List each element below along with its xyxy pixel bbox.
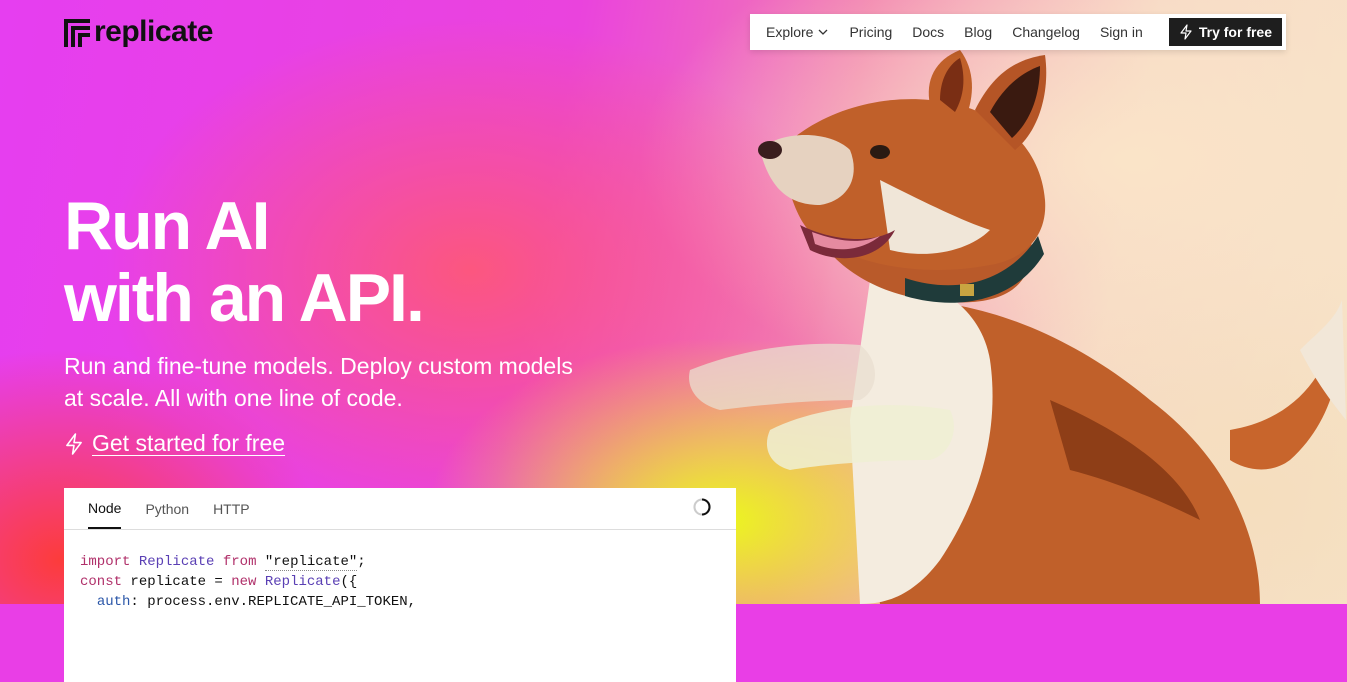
nav-explore-label: Explore	[766, 24, 814, 40]
brand-name: replicate	[94, 15, 213, 48]
nav-sign-in[interactable]: Sign in	[1100, 24, 1143, 40]
hero-title: Run AI with an API.	[64, 188, 425, 336]
hero-subtitle: Run and fine-tune models. Deploy custom …	[64, 353, 573, 411]
code-punct: ({	[340, 574, 358, 590]
top-navigation: Explore Pricing Docs Blog Changelog Sign…	[750, 14, 1286, 50]
code-class: Replicate	[138, 554, 215, 570]
tab-http[interactable]: HTTP	[213, 488, 250, 529]
nav-changelog[interactable]: Changelog	[1012, 24, 1080, 40]
code-keyword: const	[80, 574, 123, 590]
code-property: auth	[96, 594, 131, 610]
nav-explore[interactable]: Explore	[766, 24, 829, 40]
spinner-icon	[693, 498, 711, 516]
chevron-down-icon	[819, 29, 828, 35]
nav-blog[interactable]: Blog	[964, 24, 992, 40]
code-tabs: Node Python HTTP	[64, 488, 736, 530]
code-keyword: from	[222, 554, 257, 570]
code-keyword: new	[231, 574, 257, 590]
replicate-logo-icon	[64, 19, 90, 47]
code-keyword: import	[80, 554, 131, 570]
lightning-icon	[66, 432, 82, 455]
code-example-panel: Node Python HTTP import Replicate from "…	[64, 488, 736, 682]
code-block: import Replicate from "replicate"; const…	[64, 530, 736, 682]
replicate-logo[interactable]: replicate	[64, 15, 213, 49]
code-string: "replicate"	[264, 554, 358, 571]
code-class: Replicate	[264, 574, 341, 590]
lightning-icon	[1180, 24, 1192, 40]
get-started-label: Get started for free	[92, 430, 286, 456]
try-for-free-button[interactable]: Try for free	[1168, 18, 1282, 46]
nav-pricing[interactable]: Pricing	[849, 24, 892, 40]
get-started-link[interactable]: Get started for free	[64, 430, 285, 457]
tab-node[interactable]: Node	[88, 488, 122, 529]
code-text: : process.env.REPLICATE_API_TOKEN,	[130, 594, 417, 610]
tab-python[interactable]: Python	[145, 488, 189, 529]
nav-docs[interactable]: Docs	[912, 24, 944, 40]
code-punct: ;	[357, 554, 366, 570]
code-text: replicate =	[122, 574, 232, 590]
try-for-free-label: Try for free	[1198, 24, 1272, 40]
